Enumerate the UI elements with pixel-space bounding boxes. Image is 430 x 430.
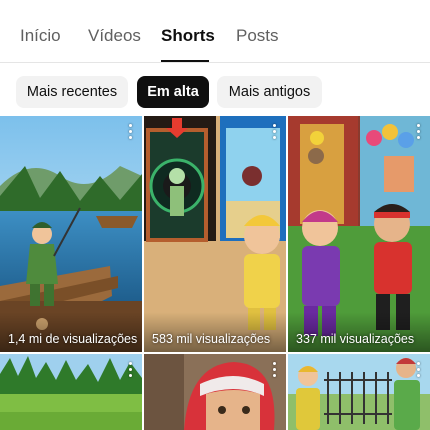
fence-boys-thumbnail — [288, 354, 430, 430]
tabs-divider — [0, 62, 430, 63]
view-count: 583 mil visualizações — [152, 332, 271, 346]
sort-chips: Mais recentes Em alta Mais antigos — [0, 76, 430, 108]
tab-videos[interactable]: Vídeos — [88, 26, 141, 46]
tab-inicio[interactable]: Início — [20, 26, 61, 46]
more-options-icon[interactable] — [417, 124, 421, 140]
short-thumbnail-5[interactable] — [144, 354, 286, 430]
more-options-icon[interactable] — [417, 362, 421, 378]
view-count: 337 mil visualizações — [296, 332, 415, 346]
meadow-thumbnail — [0, 354, 142, 430]
short-thumbnail-6[interactable] — [288, 354, 430, 430]
more-options-icon[interactable] — [273, 124, 277, 140]
tab-shorts[interactable]: Shorts — [161, 26, 215, 46]
short-thumbnail-4[interactable] — [0, 354, 142, 430]
short-thumbnail-3[interactable]: 337 mil visualizações — [288, 116, 430, 352]
more-options-icon[interactable] — [273, 362, 277, 378]
girl-closeup-thumbnail — [144, 354, 286, 430]
chip-em-alta[interactable]: Em alta — [137, 76, 209, 108]
more-options-icon[interactable] — [129, 124, 133, 140]
chip-mais-recentes[interactable]: Mais recentes — [16, 76, 128, 108]
view-count: 1,4 mi de visualizações — [8, 332, 138, 346]
short-thumbnail-2[interactable]: 583 mil visualizações — [144, 116, 286, 352]
tab-posts[interactable]: Posts — [236, 26, 279, 46]
channel-tabs: Início Vídeos Shorts Posts — [0, 0, 430, 62]
chip-mais-antigos[interactable]: Mais antigos — [217, 76, 322, 108]
more-options-icon[interactable] — [129, 362, 133, 378]
short-thumbnail-1[interactable]: 1,4 mi de visualizações — [0, 116, 142, 352]
